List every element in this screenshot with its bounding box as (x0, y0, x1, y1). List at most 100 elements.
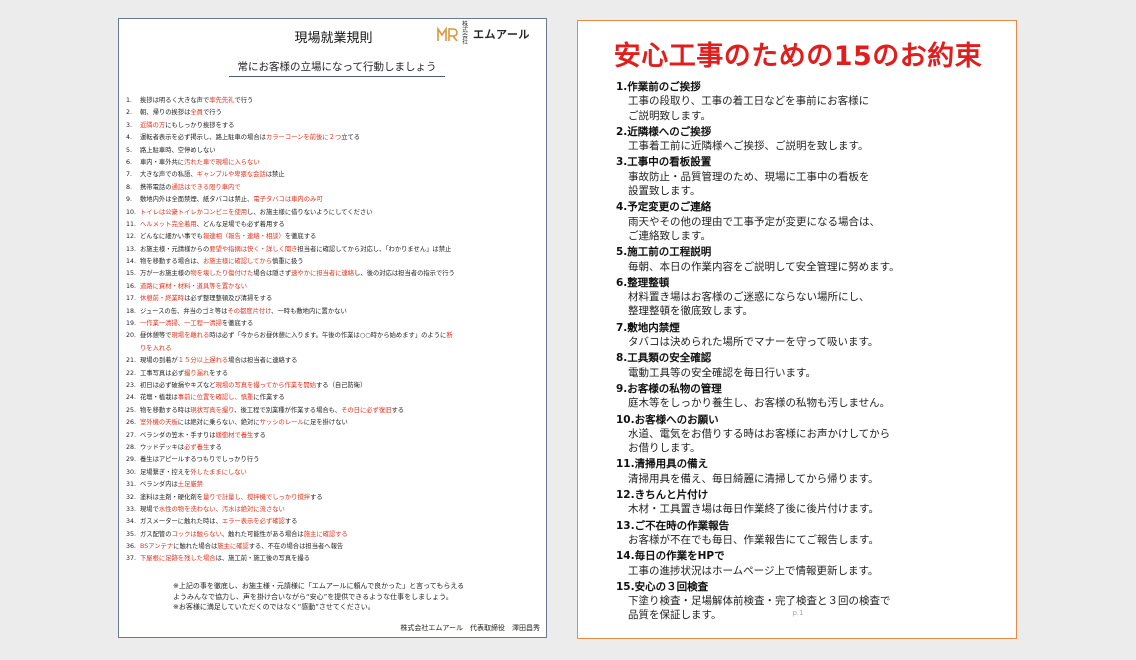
rule-text: する、不在の場合は担当者へ報告 (248, 543, 344, 551)
rule-number: 16. (126, 282, 137, 290)
rule-text: ベランダ内は (140, 481, 178, 489)
rule-text: する（自己防衛） (316, 382, 367, 389)
rule-item: 36. BSアンテナに触れた場合は施主に確認する、不在の場合は担当者へ報告 (126, 541, 544, 553)
rule-text: 塗料は主剤・硬化剤を (140, 493, 203, 501)
rule-text: 、一時も敷地内に置かない (271, 307, 347, 315)
promise-body: 整理整頓を徹底致します。 (628, 305, 753, 318)
rule-text: ジュースの缶、弁当のゴミ等は (140, 307, 228, 315)
promise-body: 電動工具等の安全確認を毎日行います。 (628, 366, 816, 379)
rule-highlight: 報連相（報告・連絡・相談） (202, 233, 285, 241)
promise-heading: 4.予定変更のご連絡 (616, 201, 712, 214)
promise-heading: 9.お客様の私物の管理 (616, 382, 722, 395)
rule-text: ガス配管の (140, 530, 172, 538)
promise-item: 7.敷地内禁煙 タバコは決められた場所でマナーを守って吸います。 (616, 321, 996, 350)
rule-item: 1. 挨拶は明るく大きな声で率先先礼で行う (126, 95, 544, 107)
rule-text: する (391, 406, 405, 414)
rule-highlight: 休憩前・終業時 (140, 295, 185, 303)
rule-highlight: 物を壊したり傷付けた (190, 270, 254, 278)
rule-text: で行う (234, 97, 254, 104)
note-line: ※上記の事を徹底し、お施主様・元請様に「エムアールに頼んで良かった」と言ってもら… (173, 582, 465, 590)
rule-item: 26. 室外機の天板には絶対に乗らない、絶対にサッシのレールに足を掛けない (126, 417, 544, 429)
rule-item: 18. ジュースの缶、弁当のゴミ等はその都度片付け、一時も敷地内に置かない (126, 306, 544, 318)
page-number: p.1 (792, 609, 804, 617)
rule-text: 全面禁煙 (171, 196, 197, 204)
rule-highlight: 通話はできる限り車内で (171, 183, 241, 191)
rule-text: 現場で (140, 505, 159, 513)
rule-number: 36. (126, 543, 137, 551)
rule-number: 7. (126, 171, 133, 179)
rule-text: 場合は隠さず (253, 270, 292, 278)
rule-item: 20. 昼休憩等で現場を離れる時は必ず「今からお昼休憩に入ります。午後の作業は○○… (126, 330, 544, 355)
rule-text: 花壇・植栽は (140, 394, 178, 402)
promise-body: ご連絡致します。 (628, 229, 711, 242)
rule-item: 15. 万が一お施主様の物を壊したり傷付けた場合は隠さず速やかに担当者に連絡し、後… (126, 268, 544, 280)
rule-number: 3. (126, 121, 133, 129)
rule-text: する (253, 431, 266, 439)
promise-body: 木材・工具置き場は毎日作業終了後に後片付けます。 (628, 503, 879, 516)
promise-body: お客様が不在でも毎日、作業報告にてご報告します。 (628, 533, 879, 546)
rule-text: で行う (202, 109, 222, 117)
rule-text: 万が一お施主様の (140, 270, 191, 278)
rule-item: 22. 工事写真は必ず撮り漏れをする (126, 368, 544, 380)
rule-item: 32. 塗料は主剤・硬化剤を量りで計量し、撹拌機でしっかり撹拌する (126, 492, 544, 504)
logo-company-type: 株式会社 (462, 21, 469, 46)
rule-highlight: BSアンテナ (140, 543, 174, 551)
rule-highlight: その都度片付け (227, 307, 272, 315)
rule-text: 物を移動する場合は、 (140, 258, 203, 266)
rule-item: 14. 物を移動する場合は、お施主様に確認してから慎重に扱う (126, 256, 544, 268)
promise-heading: 12.きちんと片付け (616, 489, 709, 502)
rule-number: 13. (126, 245, 137, 253)
rule-number: 9. (126, 196, 133, 204)
rule-highlight: 必ず養生 (184, 443, 210, 451)
rule-highlight: 速やかに担当者に連絡 (291, 270, 355, 278)
rule-item: 19. 一作業一清掃、一工程一清掃を徹底する (126, 318, 544, 330)
rule-text: 、触れた可能性がある場合は (221, 530, 304, 538)
rule-text: 大きな声での私語、 (140, 171, 197, 179)
rule-text: ベランダの笠木・手すりは (140, 431, 216, 439)
rule-text: 足場繋ぎ・控えを (140, 468, 191, 476)
rule-item: 8. 携帯電話の通話はできる限り車内で (126, 182, 544, 194)
rule-item: 28. ウッドデッキは必ず養生する (126, 442, 544, 454)
promise-heading: 8.工具類の安全確認 (616, 352, 712, 365)
rule-item: 10. トイレは公衆トイレかコンビニを使用し、お施主様に借りないようにしてください (126, 207, 544, 219)
rule-text: し、後の対応は担当者の指示で行う (354, 270, 455, 278)
rule-highlight: 道路に資材・材料・道具等を置かない (140, 282, 248, 290)
rule-text: 時は必ず「今からお昼休憩に入ります。午後の作業は○○時から始めます」のように (209, 332, 447, 340)
promise-body: 毎朝、本日の作業内容をご説明して安全管理に努めます。 (628, 260, 900, 273)
rule-number: 31. (126, 481, 137, 489)
rule-highlight: その日に必ず復旧 (341, 406, 392, 414)
rule-item: 12. どんなに細かい事でも報連相（報告・連絡・相談）を徹底する (126, 231, 544, 243)
rule-number: 27. (126, 431, 137, 439)
rule-highlight: 事前に位置を確認し、慎重 (177, 394, 254, 402)
rule-highlight: 全員 (190, 109, 203, 117)
rule-number: 21. (126, 357, 137, 365)
promise-heading: 11.清掃用具の備え (616, 458, 709, 471)
rule-text: 、後工程で別業種が作業する場合も、 (234, 406, 342, 414)
rule-text: に足を掛けない (303, 419, 348, 427)
rule-text: にもしっかり挨拶をする (165, 121, 235, 129)
rule-number: 22. (126, 369, 137, 377)
rule-item: 31. ベランダ内は土足厳禁 (126, 479, 544, 491)
rule-item: 3. 近隣の方にもしっかり挨拶をする (126, 120, 544, 132)
rule-item: 25. 物を移動する時は現状写真を撮り、後工程で別業種が作業する場合も、その日に必… (126, 405, 544, 417)
rule-item: 6. 車内・車外共に汚れた車で現場に入らない (126, 157, 544, 169)
rule-text: 立てる (341, 134, 361, 142)
rule-text: お施主様・元請様からの (140, 245, 210, 253)
rule-highlight: 率先先礼 (209, 97, 235, 104)
promise-item: 12.きちんと片付け 木材・工具置き場は毎日作業終了後に後片付けます。 (616, 488, 996, 517)
rule-text: 場合は担当者に連絡する (228, 357, 298, 365)
rule-text: 朝、帰りの挨拶は (140, 109, 191, 117)
rule-text: には絶対に乗らない、絶対に (177, 419, 260, 427)
rule-number: 24. (126, 394, 137, 402)
promise-item: 3.工事中の看板設置 事故防止・品質管理のため、現場に工事中の看板を 設置致します。 (616, 155, 996, 198)
rule-number: 18. (126, 307, 137, 315)
promise-body: 清掃用具を備え、毎日綺麗に清掃してから帰ります。 (628, 472, 879, 485)
rule-item: 4. 運転者表示を必ず掲示し、路上駐車の場合はカラーコーンを前後に２つ立てる (126, 132, 544, 144)
promise-item: 11.清掃用具の備え 清掃用具を備え、毎日綺麗に清掃してから帰ります。 (616, 457, 996, 486)
rule-text: に触れた場合は (173, 543, 218, 551)
promise-item: 13.ご不在時の作業報告 お客様が不在でも毎日、作業報告にてご報告します。 (616, 519, 996, 548)
document-subtitle: 常にお客様の立場になって行動しましょう (229, 59, 445, 77)
rule-highlight: 要望や指摘は快く・詳しく聞き (209, 245, 298, 253)
rule-number: 2. (126, 109, 133, 117)
rule-item: 2. 朝、帰りの挨拶は全員で行う (126, 107, 544, 119)
